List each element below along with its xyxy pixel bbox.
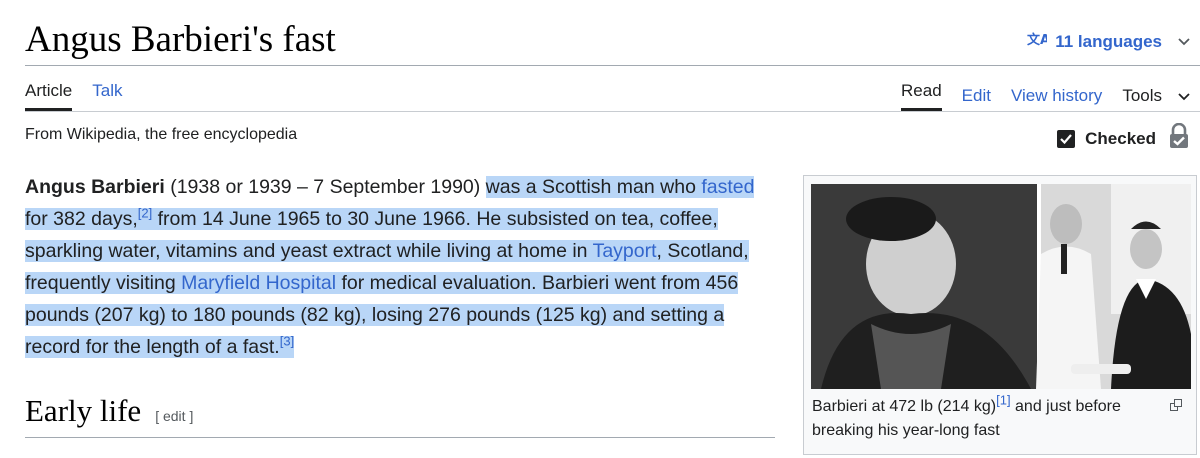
tools-label: Tools xyxy=(1122,86,1162,105)
intro-paragraph: Angus Barbieri (1938 or 1939 – 7 Septemb… xyxy=(25,171,775,363)
tagline: From Wikipedia, the free encyclopedia xyxy=(25,126,298,143)
tab-view-history[interactable]: View history xyxy=(1011,86,1102,106)
link-tayport[interactable]: Tayport xyxy=(593,240,657,262)
page-title: Angus Barbieri's fast xyxy=(25,19,336,60)
tab-edit[interactable]: Edit xyxy=(962,86,991,106)
languages-button[interactable]: 文A 11 languages xyxy=(1027,30,1190,53)
citation-3[interactable]: [3] xyxy=(280,334,294,349)
enlarge-icon[interactable] xyxy=(1170,398,1182,416)
lock-icon xyxy=(1168,122,1190,154)
selected-text: was a Scottish man who fasted for 382 da… xyxy=(25,176,755,358)
link-fasted[interactable]: fasted xyxy=(701,176,754,198)
chevron-down-icon xyxy=(1178,89,1190,104)
checkbox-icon xyxy=(1057,129,1076,148)
infobox: Barbieri at 472 lb (214 kg)[1] and just … xyxy=(803,175,1197,455)
section-title: Early life xyxy=(25,393,142,428)
intro-text: (1938 or 1939 – 7 September 1990) xyxy=(164,176,486,198)
link-maryfield-hospital[interactable]: Maryfield Hospital xyxy=(181,272,336,294)
translate-icon: 文A xyxy=(1027,30,1050,53)
section-edit-link[interactable]: [ edit ] xyxy=(155,408,193,424)
tabs-divider xyxy=(25,111,1200,112)
infobox-photo[interactable] xyxy=(811,184,1191,389)
citation-1[interactable]: [1] xyxy=(996,393,1010,408)
infobox-caption: Barbieri at 472 lb (214 kg)[1] and just … xyxy=(812,392,1121,439)
title-divider xyxy=(25,65,1200,66)
tools-menu[interactable]: Tools xyxy=(1122,86,1190,106)
checked-label: Checked xyxy=(1085,128,1156,148)
view-tabs: Read Edit View history Tools xyxy=(901,81,1190,111)
chevron-down-icon xyxy=(1178,34,1190,49)
tab-talk[interactable]: Talk xyxy=(92,81,122,111)
tab-article[interactable]: Article xyxy=(25,81,73,111)
section-heading-early-life: Early life [ edit ] xyxy=(25,393,775,438)
tab-read[interactable]: Read xyxy=(901,81,942,111)
citation-2[interactable]: [2] xyxy=(138,206,152,221)
namespace-tabs: Article Talk xyxy=(25,81,122,111)
languages-label: 11 languages xyxy=(1055,31,1162,51)
svg-text:文A: 文A xyxy=(1027,32,1047,48)
subject-name: Angus Barbieri xyxy=(25,176,165,198)
checked-status[interactable]: Checked xyxy=(1057,122,1190,154)
